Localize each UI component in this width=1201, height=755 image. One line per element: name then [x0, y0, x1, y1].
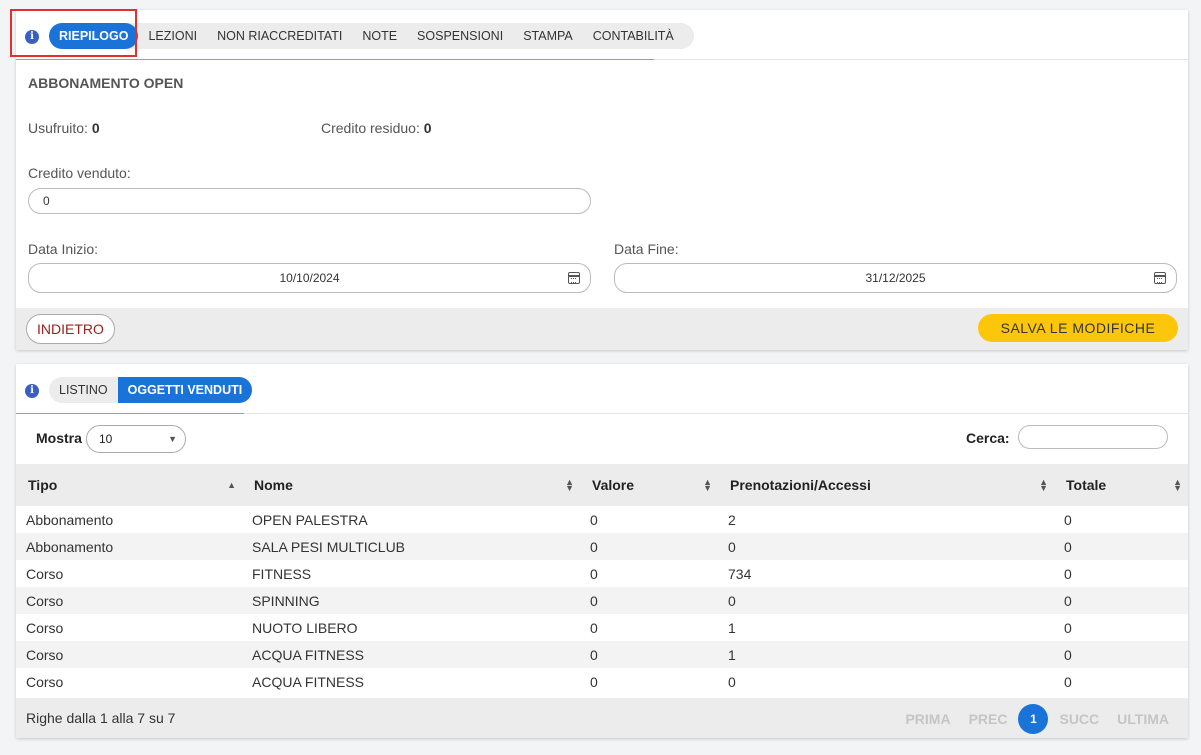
- calendar-icon[interactable]: [568, 272, 580, 284]
- summary-tabs: RIEPILOGO LEZIONI NON RIACCREDITATI NOTE…: [49, 23, 694, 49]
- sold-items-panel: i LISTINO OGGETTI VENDUTI Mostra 10 ▼ Ce…: [16, 364, 1188, 738]
- data-inizio-label: Data Inizio:: [28, 241, 99, 257]
- calendar-icon[interactable]: [1154, 272, 1166, 284]
- page-size-value: 10: [99, 432, 113, 446]
- show-label: Mostra: [36, 430, 82, 446]
- tab-underline: [16, 59, 654, 60]
- tab-contabilita[interactable]: CONTABILITÀ: [583, 23, 684, 49]
- items-tabbar: i LISTINO OGGETTI VENDUTI: [16, 364, 1188, 414]
- data-fine-input[interactable]: 31/12/2025: [614, 263, 1177, 293]
- data-fine-label: Data Fine:: [614, 241, 679, 257]
- search-label: Cerca:: [966, 430, 1010, 446]
- tab-riepilogo[interactable]: RIEPILOGO: [49, 23, 139, 49]
- page-prev-button[interactable]: PREC: [960, 711, 1017, 727]
- usufruito-value: 0: [91, 120, 100, 136]
- data-inizio-value: 10/10/2024: [279, 271, 340, 285]
- save-button[interactable]: SALVA LE MODIFICHE: [978, 314, 1178, 342]
- column-header-totale[interactable]: Totale ▲ ▼: [1054, 464, 1188, 506]
- table-row[interactable]: Abbonamento OPEN PALESTRA 0 2 0: [16, 506, 1188, 533]
- data-inizio-input[interactable]: 10/10/2024: [28, 263, 591, 293]
- table-row[interactable]: Corso SPINNING 0 0 0: [16, 587, 1188, 614]
- column-header-prenotazioni[interactable]: Prenotazioni/Accessi ▲ ▼: [718, 464, 1054, 506]
- page-last-button[interactable]: ULTIMA: [1108, 711, 1178, 727]
- tab-oggetti-venduti[interactable]: OGGETTI VENDUTI: [117, 377, 253, 403]
- page-first-button[interactable]: PRIMA: [896, 711, 959, 727]
- page-size-select[interactable]: 10 ▼: [86, 425, 186, 453]
- chevron-down-icon: ▼: [168, 434, 177, 444]
- table-header-row: Tipo ▲ Nome ▲ ▼ Valore ▲ ▼ Prenotazioni/Acces…: [16, 464, 1188, 506]
- pagination: PRIMA PREC 1 SUCC ULTIMA: [896, 704, 1178, 734]
- tab-lezioni[interactable]: LEZIONI: [138, 23, 207, 49]
- sold-items-table: Tipo ▲ Nome ▲ ▼ Valore ▲ ▼ Prenotazioni/Acces…: [16, 464, 1188, 695]
- table-row[interactable]: Corso ACQUA FITNESS 0 1 0: [16, 641, 1188, 668]
- sort-icon[interactable]: ▲ ▼: [1173, 478, 1182, 493]
- credito-residuo-field: Credito residuo: 0: [321, 120, 432, 136]
- items-tabs: LISTINO OGGETTI VENDUTI: [49, 377, 253, 403]
- table-row[interactable]: Corso NUOTO LIBERO 0 1 0: [16, 614, 1188, 641]
- sort-icon[interactable]: ▲ ▼: [1039, 478, 1048, 493]
- table-row[interactable]: Corso FITNESS 0 734 0: [16, 560, 1188, 587]
- table-row[interactable]: Corso ACQUA FITNESS 0 0 0: [16, 668, 1188, 695]
- summary-tabbar: i RIEPILOGO LEZIONI NON RIACCREDITATI NO…: [16, 10, 1188, 60]
- subscription-panel: i RIEPILOGO LEZIONI NON RIACCREDITATI NO…: [16, 10, 1188, 350]
- tab-listino[interactable]: LISTINO: [49, 377, 118, 403]
- info-icon[interactable]: i: [25, 30, 39, 44]
- tab-sospensioni[interactable]: SOSPENSIONI: [407, 23, 513, 49]
- subscription-title: ABBONAMENTO OPEN: [28, 75, 184, 91]
- form-footer: INDIETRO SALVA LE MODIFICHE: [16, 308, 1188, 350]
- back-button[interactable]: INDIETRO: [26, 314, 115, 344]
- data-fine-value: 31/12/2025: [865, 271, 926, 285]
- table-footer: Righe dalla 1 alla 7 su 7 PRIMA PREC 1 S…: [16, 698, 1188, 738]
- credito-venduto-label: Credito venduto:: [28, 165, 131, 181]
- search-input[interactable]: [1018, 425, 1168, 449]
- column-header-nome[interactable]: Nome ▲ ▼: [242, 464, 580, 506]
- column-header-valore[interactable]: Valore ▲ ▼: [580, 464, 718, 506]
- tab-stampa[interactable]: STAMPA: [513, 23, 583, 49]
- page-next-button[interactable]: SUCC: [1050, 711, 1108, 727]
- credito-venduto-input[interactable]: 0: [28, 188, 591, 214]
- credito-residuo-value: 0: [423, 120, 432, 136]
- info-icon[interactable]: i: [25, 384, 39, 398]
- usufruito-field: Usufruito: 0: [28, 120, 100, 136]
- table-row[interactable]: Abbonamento SALA PESI MULTICLUB 0 0 0: [16, 533, 1188, 560]
- tab-note[interactable]: NOTE: [352, 23, 407, 49]
- sort-icon[interactable]: ▲ ▼: [703, 478, 712, 493]
- tab-non-riaccreditati[interactable]: NON RIACCREDITATI: [207, 23, 352, 49]
- column-header-tipo[interactable]: Tipo ▲: [16, 464, 242, 506]
- sort-icon[interactable]: ▲ ▼: [565, 478, 574, 493]
- rows-info: Righe dalla 1 alla 7 su 7: [26, 710, 176, 726]
- sort-asc-icon[interactable]: ▲: [227, 481, 236, 490]
- tab-underline: [16, 413, 244, 414]
- page-current-button[interactable]: 1: [1018, 704, 1049, 734]
- usufruito-label: Usufruito:: [28, 120, 88, 136]
- credito-residuo-label: Credito residuo:: [321, 120, 420, 136]
